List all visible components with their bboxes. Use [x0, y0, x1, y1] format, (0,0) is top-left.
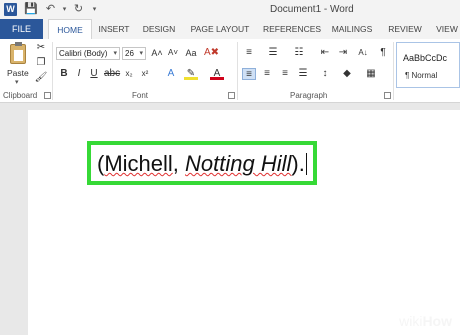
borders-icon[interactable]: ▦ — [364, 68, 378, 80]
style-normal[interactable]: AaBbCcDc ¶ Normal — [396, 42, 460, 88]
numbering-icon[interactable]: ☰ — [266, 47, 280, 59]
multilevel-list-icon[interactable]: ☷ — [292, 47, 306, 59]
grow-font-icon[interactable]: A˄ — [150, 47, 164, 59]
subscript-icon[interactable]: x₂ — [122, 68, 136, 80]
tab-page-layout[interactable]: PAGE LAYOUT — [186, 19, 254, 39]
tab-view[interactable]: VIEW — [434, 19, 460, 39]
ribbon-tabs: FILE HOME INSERT DESIGN PAGE LAYOUT REFE… — [0, 19, 460, 39]
tab-references[interactable]: REFERENCES — [260, 19, 324, 39]
divider — [393, 42, 394, 100]
citation-author: Michell — [104, 151, 173, 176]
tab-design[interactable]: DESIGN — [138, 19, 180, 39]
copy-icon[interactable]: ❐ — [34, 57, 48, 69]
italic-icon[interactable]: I — [72, 68, 86, 80]
clipboard-icon — [10, 42, 26, 64]
font-name-value: Calibri (Body) — [59, 49, 108, 58]
font-launcher-icon[interactable] — [228, 92, 235, 99]
sort-icon[interactable]: A↓ — [356, 47, 370, 59]
word-logo-icon: W — [4, 3, 17, 16]
align-right-icon[interactable]: ≡ — [278, 68, 292, 80]
change-case-icon[interactable]: Aa — [184, 47, 198, 59]
wikihow-watermark: wikiHow — [399, 313, 452, 329]
font-group-label: Font — [132, 91, 149, 100]
undo-dropdown-icon[interactable]: ▾ — [58, 3, 71, 16]
tab-review[interactable]: REVIEW — [384, 19, 426, 39]
style-preview-text: AaBbCcDc — [403, 53, 448, 63]
font-size-combo[interactable]: 26 ▾ — [122, 47, 146, 60]
ribbon: Paste ▾ ✂ ❐ 🖌 Clipboard Calibri (Body) ▾… — [0, 39, 460, 103]
bold-icon[interactable]: B — [57, 68, 71, 80]
undo-icon[interactable]: ↶ — [44, 3, 57, 16]
clipboard-launcher-icon[interactable] — [44, 92, 51, 99]
justify-icon[interactable]: ☰ — [296, 68, 310, 80]
font-name-combo[interactable]: Calibri (Body) ▾ — [56, 47, 120, 60]
paste-button[interactable]: Paste ▾ — [6, 42, 32, 86]
decrease-indent-icon[interactable]: ⇤ — [318, 47, 332, 59]
citation-text[interactable]: (Michell, Notting Hill). — [97, 151, 307, 177]
paragraph-group-label: Paragraph — [290, 91, 328, 100]
tab-home[interactable]: HOME — [48, 19, 92, 39]
cut-icon[interactable]: ✂ — [34, 42, 48, 54]
window-title: Document1 - Word — [270, 4, 354, 15]
align-left-icon[interactable]: ≡ — [242, 68, 256, 80]
citation-comma: , — [172, 151, 186, 176]
paragraph-launcher-icon[interactable] — [384, 92, 391, 99]
strikethrough-icon[interactable]: abc — [104, 68, 120, 80]
underline-icon[interactable]: U — [87, 68, 101, 80]
font-color-icon[interactable]: A — [210, 68, 224, 80]
divider — [237, 42, 238, 100]
tab-file[interactable]: FILE — [0, 19, 43, 39]
customize-qat-icon[interactable]: ▾ — [88, 3, 101, 16]
citation-title: Notting Hill — [185, 151, 292, 176]
chevron-down-icon: ▾ — [113, 50, 117, 57]
clear-formatting-icon[interactable]: A✖ — [204, 47, 219, 59]
format-painter-icon[interactable]: 🖌 — [34, 72, 48, 84]
clipboard-group-label: Clipboard — [3, 91, 38, 100]
save-icon[interactable]: 💾 — [24, 3, 38, 16]
watermark-how: How — [422, 313, 452, 329]
text-effects-icon[interactable]: A — [164, 68, 178, 80]
paste-dropdown-icon: ▾ — [15, 79, 19, 86]
align-center-icon[interactable]: ≡ — [260, 68, 274, 80]
highlighted-citation[interactable]: (Michell, Notting Hill). — [87, 141, 317, 185]
redo-icon[interactable]: ↻ — [72, 3, 85, 16]
superscript-icon[interactable]: x² — [138, 68, 152, 80]
shading-icon[interactable]: ◆ — [340, 68, 354, 80]
title-bar: W 💾 ↶ ▾ ↻ ▾ Document1 - Word — [0, 0, 460, 19]
highlight-color-icon[interactable]: ✎ — [184, 68, 198, 80]
font-size-value: 26 — [125, 49, 134, 58]
line-spacing-icon[interactable]: ↕ — [318, 68, 332, 80]
style-name: ¶ Normal — [405, 71, 438, 80]
paste-label: Paste — [7, 68, 29, 78]
show-hide-marks-icon[interactable]: ¶ — [376, 47, 390, 59]
bullets-icon[interactable]: ≡ — [242, 47, 256, 59]
tab-insert[interactable]: INSERT — [94, 19, 134, 39]
shrink-font-icon[interactable]: A˅ — [166, 47, 180, 59]
chevron-down-icon: ▾ — [139, 50, 143, 57]
increase-indent-icon[interactable]: ⇥ — [336, 47, 350, 59]
tab-mailings[interactable]: MAILINGS — [328, 19, 376, 39]
text-cursor — [305, 153, 307, 175]
close-paren: ). — [291, 151, 305, 176]
watermark-wiki: wiki — [399, 313, 423, 329]
divider — [52, 42, 53, 100]
